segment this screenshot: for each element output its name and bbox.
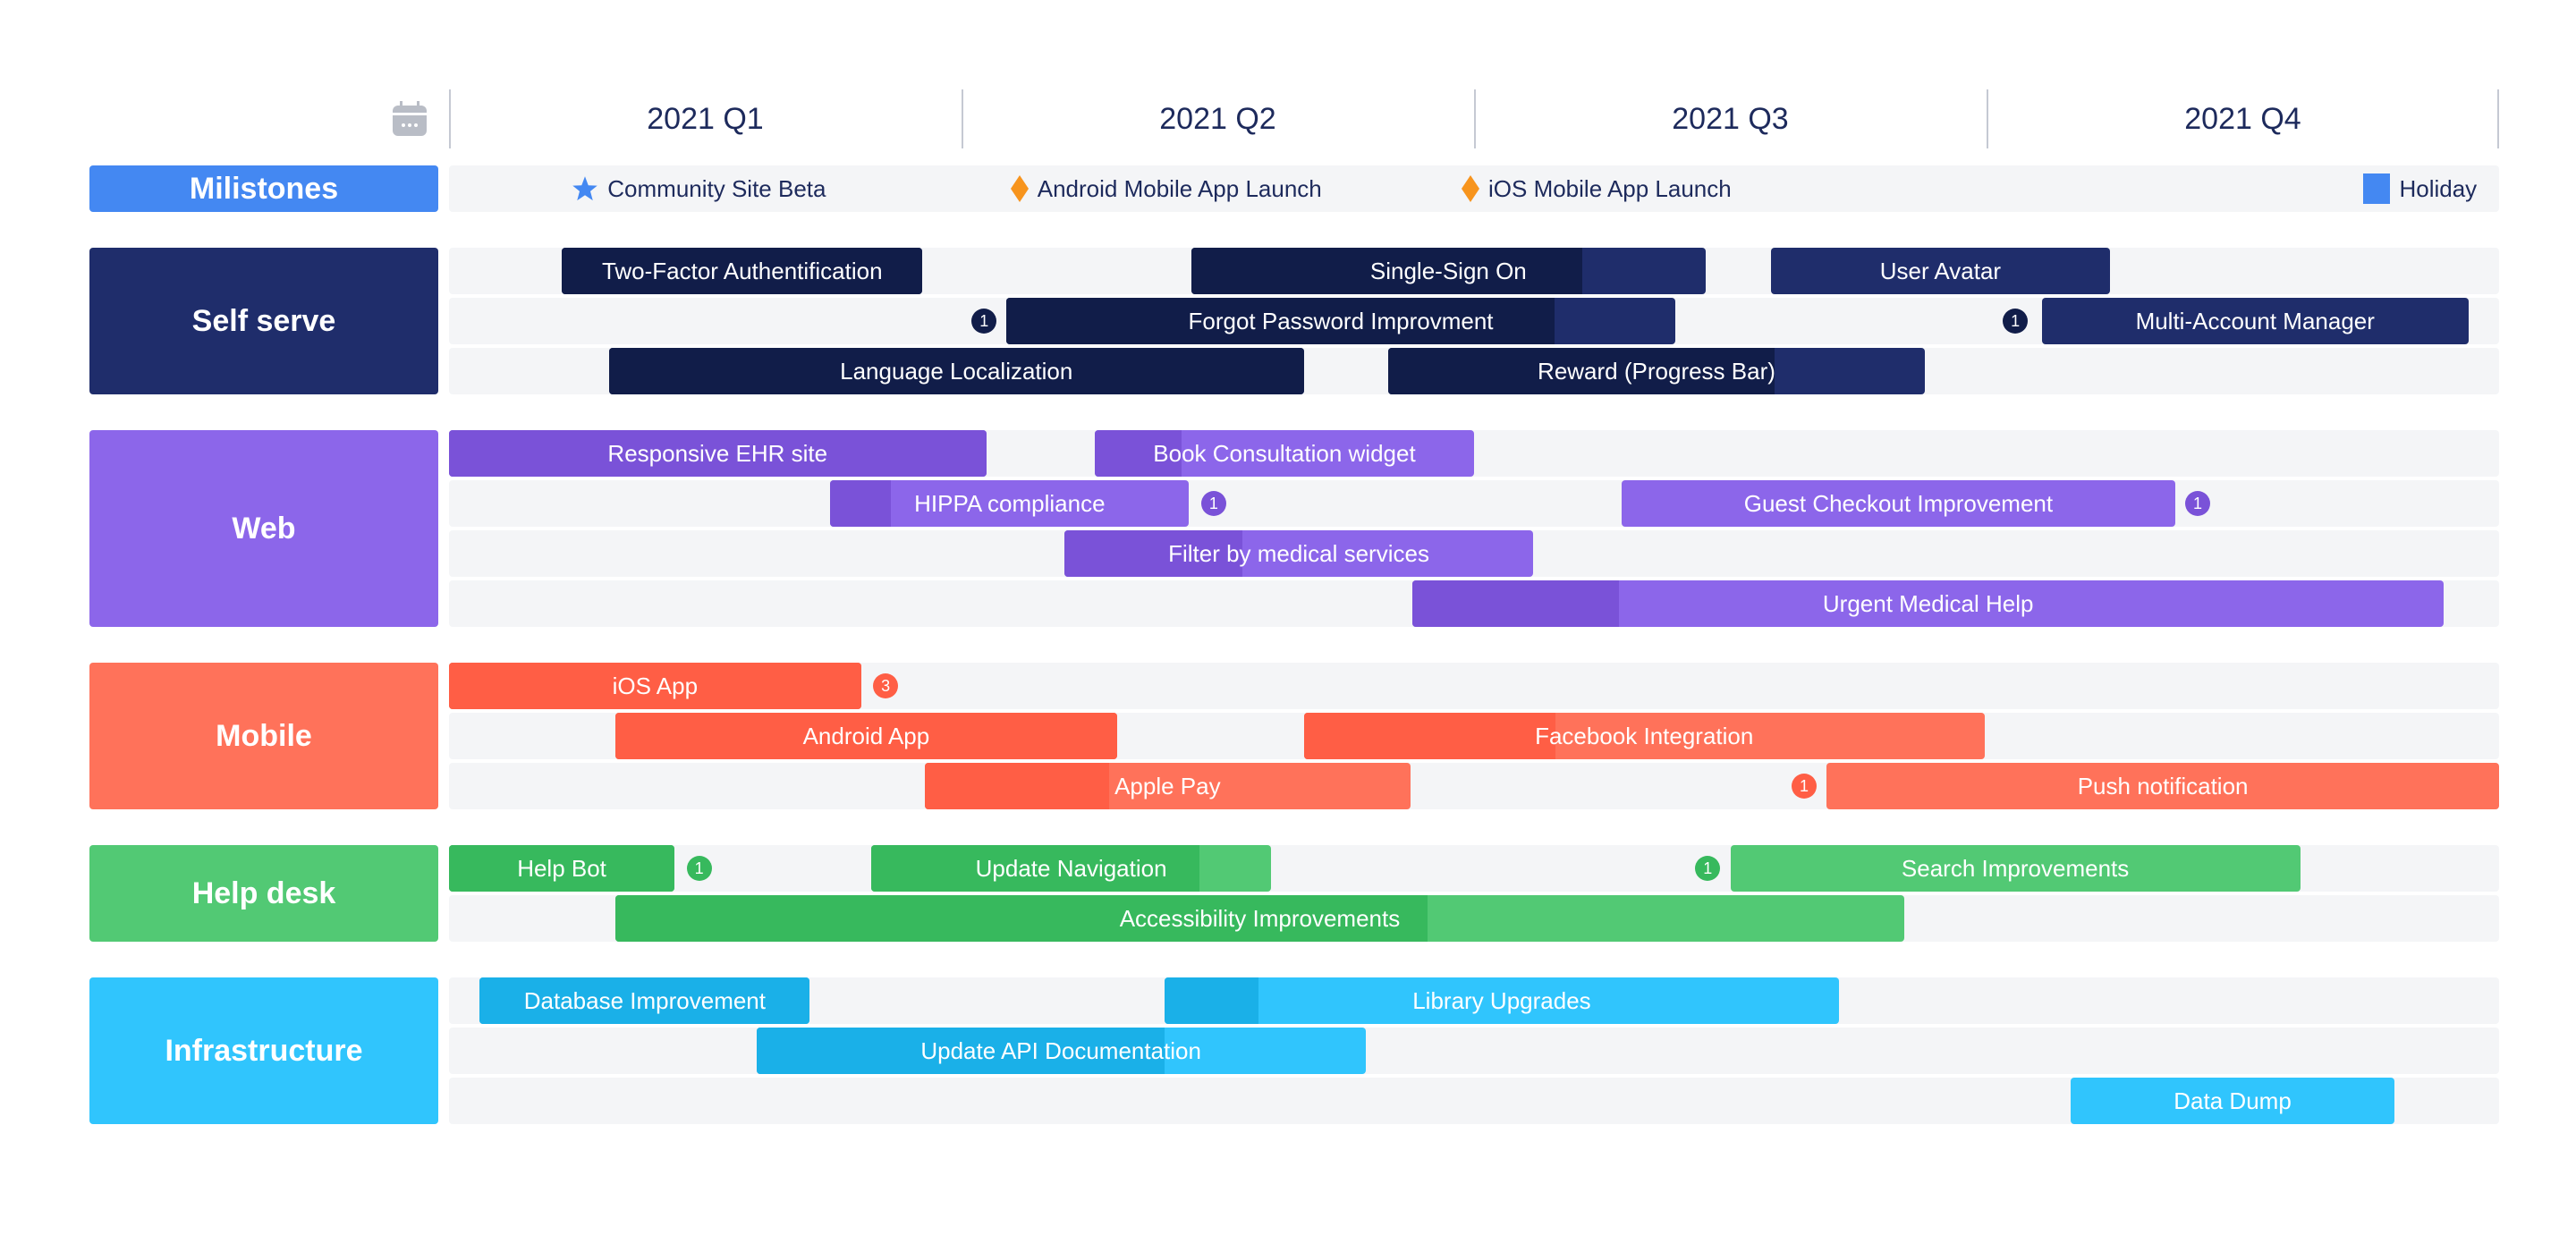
count-badge[interactable]: 1 bbox=[2185, 491, 2211, 516]
task-bar[interactable]: Urgent Medical Help bbox=[1412, 580, 2445, 627]
milestone-label: Android Mobile App Launch bbox=[1037, 174, 1322, 202]
task-label: Forgot Password Improvment bbox=[1188, 307, 1494, 334]
quarter-label: 2021 Q3 bbox=[1672, 102, 1789, 136]
group-label-help-desk: Help desk bbox=[89, 845, 438, 942]
task-label: Book Consultation widget bbox=[1153, 439, 1416, 467]
task-bar[interactable]: Library Upgrades bbox=[1164, 977, 1839, 1024]
milestone-label: Holiday bbox=[2399, 174, 2478, 202]
task-label: Multi-Account Manager bbox=[2135, 307, 2375, 334]
quarter-label: 2021 Q2 bbox=[1159, 102, 1276, 136]
task-bar[interactable]: Book Consultation widget bbox=[1094, 430, 1474, 477]
task-label: Filter by medical services bbox=[1168, 539, 1429, 567]
task-label: Update API Documentation bbox=[920, 1036, 1201, 1064]
task-bar[interactable]: Help Bot bbox=[449, 845, 675, 892]
task-bar[interactable]: Two-Factor Authentification bbox=[562, 248, 923, 294]
task-bar[interactable]: Apple Pay bbox=[924, 763, 1411, 809]
task-label: Two-Factor Authentification bbox=[601, 257, 883, 284]
milestones-label: Milistones bbox=[89, 165, 438, 212]
task-label: Search Improvements bbox=[1901, 854, 2130, 882]
task-label: Android App bbox=[802, 722, 930, 749]
task-bar[interactable]: Update Navigation bbox=[871, 845, 1272, 892]
diamond-icon bbox=[1462, 175, 1479, 202]
milestone-item[interactable]: iOS Mobile App Launch bbox=[1462, 165, 1732, 212]
milestone-item[interactable]: Android Mobile App Launch bbox=[1010, 165, 1322, 212]
task-bar[interactable]: Multi-Account Manager bbox=[2041, 298, 2469, 344]
task-bar[interactable]: Guest Checkout Improvement bbox=[1622, 480, 2175, 527]
task-label: Database Improvement bbox=[523, 986, 766, 1014]
task-label: iOS App bbox=[612, 672, 699, 699]
task-bar[interactable]: HIPPA compliance bbox=[830, 480, 1190, 527]
task-label: Guest Checkout Improvement bbox=[1743, 489, 2054, 517]
diamond-icon bbox=[1010, 175, 1029, 202]
task-bar[interactable]: Facebook Integration bbox=[1303, 713, 1985, 759]
task-label: Data Dump bbox=[2174, 1087, 2292, 1114]
task-label: Responsive EHR site bbox=[607, 439, 828, 467]
milestone-label: Community Site Beta bbox=[607, 174, 826, 202]
task-bar[interactable]: Language Localization bbox=[608, 348, 1304, 394]
task-bar[interactable]: User Avatar bbox=[1771, 248, 2110, 294]
count-badge[interactable]: 1 bbox=[1792, 774, 1817, 799]
task-label: Language Localization bbox=[840, 357, 1073, 385]
square-icon bbox=[2363, 173, 2391, 204]
group-label-mobile: Mobile bbox=[89, 663, 438, 809]
task-label: HIPPA compliance bbox=[914, 489, 1106, 517]
count-badge[interactable]: 1 bbox=[1200, 491, 1226, 516]
milestone-label: iOS Mobile App Launch bbox=[1488, 174, 1732, 202]
milestone-item[interactable]: Holiday bbox=[2363, 165, 2477, 212]
task-label: Accessibility Improvements bbox=[1119, 904, 1401, 932]
count-badge[interactable]: 1 bbox=[686, 856, 712, 881]
quarter-divider bbox=[2497, 89, 2499, 148]
star-icon bbox=[572, 176, 598, 201]
task-label: Facebook Integration bbox=[1535, 722, 1754, 749]
quarter-label: 2021 Q4 bbox=[2184, 102, 2301, 136]
group-label-web: Web bbox=[89, 430, 438, 627]
task-label: Apple Pay bbox=[1114, 772, 1221, 799]
count-badge[interactable]: 3 bbox=[873, 673, 899, 698]
task-label: Update Navigation bbox=[975, 854, 1167, 882]
task-bar[interactable]: Reward (Progress Bar) bbox=[1387, 348, 1926, 394]
group-label-infrastructure: Infrastructure bbox=[89, 977, 438, 1124]
task-bar[interactable]: Update API Documentation bbox=[756, 1028, 1366, 1074]
task-bar[interactable]: Android App bbox=[614, 713, 1118, 759]
task-bar[interactable]: Responsive EHR site bbox=[449, 430, 987, 477]
task-bar[interactable]: Database Improvement bbox=[479, 977, 810, 1024]
task-bar[interactable]: Search Improvements bbox=[1730, 845, 2301, 892]
milestone-item[interactable]: Community Site Beta bbox=[572, 165, 826, 212]
task-label: Urgent Medical Help bbox=[1822, 589, 2034, 617]
task-bar[interactable]: Data Dump bbox=[2070, 1078, 2395, 1124]
task-label: Single-Sign On bbox=[1369, 257, 1527, 284]
task-bar[interactable]: Forgot Password Improvment bbox=[1006, 298, 1675, 344]
quarter-label: 2021 Q1 bbox=[647, 102, 764, 136]
task-bar[interactable]: iOS App bbox=[449, 663, 861, 709]
task-bar[interactable]: Accessibility Improvements bbox=[614, 895, 1905, 942]
calendar-icon[interactable] bbox=[391, 100, 428, 138]
count-badge[interactable]: 1 bbox=[971, 309, 997, 334]
count-badge[interactable]: 1 bbox=[2003, 309, 2029, 334]
roadmap: 2021 Q1 2021 Q2 2021 Q3 2021 Q4 Milistones … bbox=[0, 0, 2576, 1252]
task-label: Help Bot bbox=[517, 854, 606, 882]
task-label: User Avatar bbox=[1879, 257, 2002, 284]
task-bar[interactable]: Filter by medical services bbox=[1063, 530, 1534, 577]
group-label-self-serve: Self serve bbox=[89, 248, 438, 394]
task-bar[interactable]: Push notification bbox=[1826, 763, 2499, 809]
task-label: Push notification bbox=[2077, 772, 2249, 799]
task-label: Library Upgrades bbox=[1412, 986, 1591, 1014]
task-bar[interactable]: Single-Sign On bbox=[1191, 248, 1706, 294]
task-label: Reward (Progress Bar) bbox=[1538, 357, 1775, 385]
